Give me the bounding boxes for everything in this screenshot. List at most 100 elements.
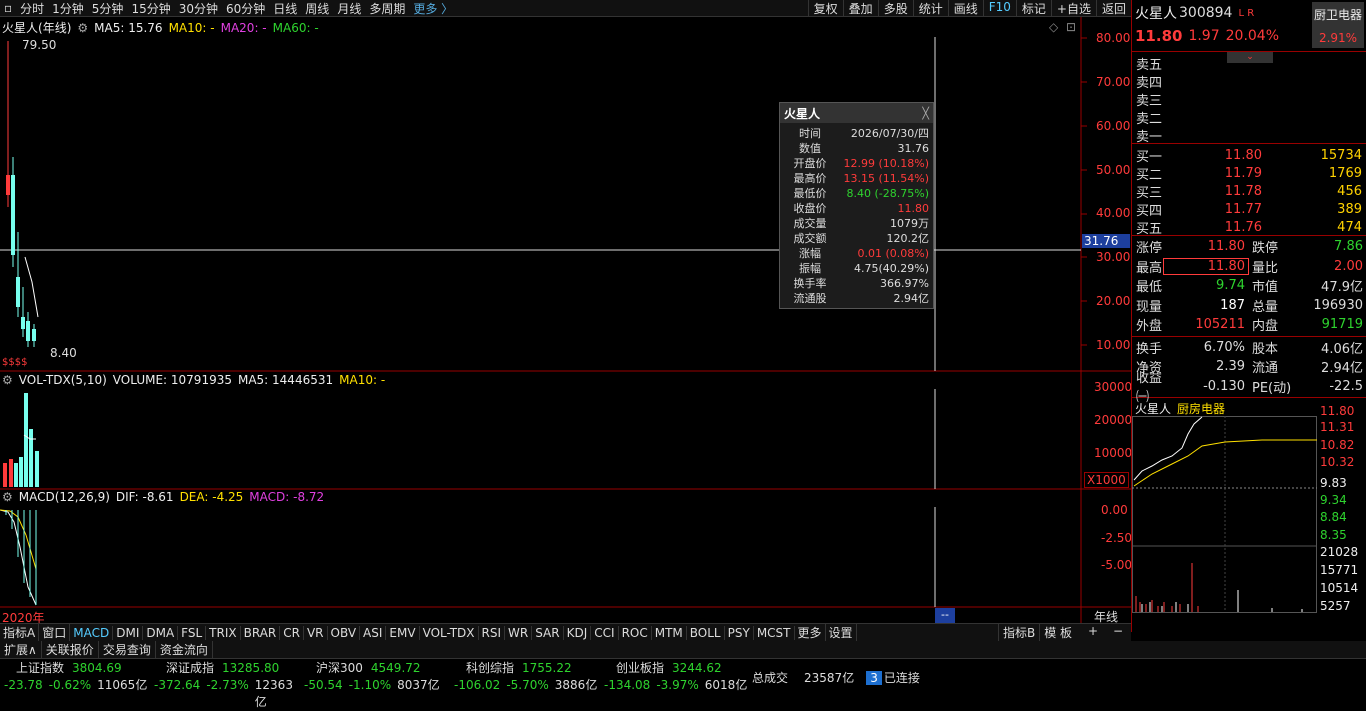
indicator-tab-11[interactable]: ASI <box>360 625 387 640</box>
index-amount: 3886亿 <box>554 678 598 692</box>
indicator-tab-6[interactable]: TRIX <box>206 625 241 640</box>
period-tab-9[interactable]: 多周期 <box>365 0 409 17</box>
ask-row[interactable]: 卖三 <box>1132 90 1366 109</box>
more-periods-button[interactable]: 更多 〉 <box>409 0 457 17</box>
indicator-tab-2[interactable]: MACD <box>70 625 114 640</box>
settings-icon[interactable]: ⚙ <box>2 490 13 504</box>
indicator-tab-7[interactable]: BRAR <box>241 625 281 640</box>
index-amount: 6018亿 <box>704 678 748 692</box>
stat-value: 196930 <box>1313 297 1363 313</box>
bid-row[interactable]: 买二 11.79 1769 <box>1132 164 1366 183</box>
bid-row[interactable]: 买一 11.80 15734 <box>1132 146 1366 165</box>
period-tab-5[interactable]: 60分钟 <box>222 0 269 17</box>
index-pct: -5.70% <box>506 678 549 692</box>
index-item[interactable]: 上证指数 3804.69 -23.78 -0.62% 11065亿 <box>0 660 150 711</box>
indicator-tab-25[interactable]: 设置 <box>826 624 857 641</box>
indicator-tab-17[interactable]: KDJ <box>564 625 592 640</box>
indicator-tab-22[interactable]: PSY <box>725 625 754 640</box>
toolbar-button-1[interactable]: 叠加 <box>842 0 878 17</box>
indicator-tab-1[interactable]: 窗口 <box>39 624 71 641</box>
period-tab-0[interactable]: 分时 <box>16 0 48 17</box>
indicator-tab-3[interactable]: DMI <box>113 625 144 640</box>
index-item[interactable]: 创业板指 3244.62 -134.08 -3.97% 6018亿 <box>600 660 750 711</box>
toolbar-button-0[interactable]: 复权 <box>807 0 843 17</box>
indicator-tab-9[interactable]: VR <box>304 625 328 640</box>
chevron-down-icon[interactable]: ⌄ <box>1227 52 1273 63</box>
index-item[interactable]: 科创综指 1755.22 -106.02 -5.70% 3886亿 <box>450 660 600 711</box>
tooltip-key: 收盘价 <box>793 202 827 215</box>
period-tab-2[interactable]: 5分钟 <box>88 0 128 17</box>
index-line-1: 创业板指 3244.62 <box>600 660 750 677</box>
index-line-2: -23.78 -0.62% 11065亿 <box>0 677 150 694</box>
period-tab-6[interactable]: 日线 <box>269 0 301 17</box>
template-button-1[interactable]: 模 板 <box>1039 624 1076 641</box>
indicator-tab-15[interactable]: WR <box>505 625 533 640</box>
template-button-0[interactable]: 指标B <box>998 624 1039 641</box>
ask-row[interactable]: 卖四 <box>1132 72 1366 91</box>
indicator-tab-24[interactable]: 更多 <box>795 624 826 641</box>
ask-row[interactable]: 卖二 <box>1132 108 1366 127</box>
period-tab-8[interactable]: 月线 <box>333 0 365 17</box>
indicator-tab-19[interactable]: ROC <box>619 625 652 640</box>
ask-label: 卖四 <box>1136 75 1163 91</box>
connection-count: 3 <box>866 670 882 685</box>
ask-row[interactable]: 卖一 <box>1132 126 1366 145</box>
indicator-tab-23[interactable]: MCST <box>754 625 795 640</box>
bid-row[interactable]: 买三 11.78 456 <box>1132 182 1366 201</box>
toolbar-button-7[interactable]: +自选 <box>1050 0 1096 17</box>
toolbar-button-8[interactable]: 返回 <box>1095 0 1131 17</box>
zoom-in-icon[interactable]: + <box>1088 624 1098 638</box>
status-tab-1[interactable]: 关联报价 <box>42 641 99 658</box>
bid-row[interactable]: 买五 11.76 474 <box>1132 218 1366 237</box>
indicator-tab-0[interactable]: 指标A <box>0 624 40 641</box>
period-tab-7[interactable]: 周线 <box>301 0 333 17</box>
indicator-tab-13[interactable]: VOL-TDX <box>420 625 479 640</box>
volume-bars <box>3 393 39 487</box>
tooltip-row: 振幅 4.75(40.29%) <box>780 261 933 276</box>
bid-row[interactable]: 买四 11.77 389 <box>1132 200 1366 219</box>
indicator-tab-10[interactable]: OBV <box>328 625 361 640</box>
tooltip-key: 成交量 <box>793 217 827 230</box>
tooltip-value: 2026/07/30/四 <box>850 127 929 140</box>
toolbar-button-2[interactable]: 多股 <box>877 0 913 17</box>
indicator-tab-21[interactable]: BOLL <box>687 625 725 640</box>
indicator-tab-16[interactable]: SAR <box>532 625 564 640</box>
tooltip-title: 火星人 <box>784 106 821 121</box>
toolbar-button-4[interactable]: 画线 <box>947 0 983 17</box>
index-item[interactable]: 深证成指 13285.80 -372.64 -2.73% 12363亿 <box>150 660 300 711</box>
status-tab-2[interactable]: 交易查询 <box>99 641 156 658</box>
indicator-tab-5[interactable]: FSL <box>178 625 207 640</box>
period-tab-4[interactable]: 30分钟 <box>175 0 222 17</box>
bid-label: 买一 <box>1136 149 1163 165</box>
zoom-out-icon[interactable]: − <box>1113 624 1123 638</box>
indicator-tab-12[interactable]: EMV <box>386 625 420 640</box>
index-amount: 11065亿 <box>97 678 148 692</box>
sector-badge[interactable]: 厨卫电器 2.91% <box>1312 2 1364 48</box>
menu-icon[interactable]: ▫ <box>0 1 16 15</box>
quote-stock-name: 火星人 <box>1135 6 1177 22</box>
stat-row: 收益㈠ -0.130 PE(动) -22.5 <box>1132 371 1366 405</box>
axis-label: 60.00 <box>1096 119 1131 133</box>
bid-price: 11.79 <box>1224 165 1262 181</box>
indicator-tab-20[interactable]: MTM <box>652 625 687 640</box>
status-tab-0[interactable]: 扩展∧ <box>0 641 42 658</box>
indicator-tab-4[interactable]: DMA <box>143 625 179 640</box>
period-tab-3[interactable]: 15分钟 <box>127 0 174 17</box>
high-marker: 79.50 <box>22 38 57 52</box>
tooltip-key: 开盘价 <box>793 157 827 170</box>
period-tab-1[interactable]: 1分钟 <box>48 0 88 17</box>
indicator-tab-14[interactable]: RSI <box>479 625 506 640</box>
toolbar-button-6[interactable]: 标记 <box>1015 0 1051 17</box>
indicator-tab-8[interactable]: CR <box>280 625 304 640</box>
indicator-tab-18[interactable]: CCI <box>591 625 619 640</box>
status-tab-3[interactable]: 资金流向 <box>156 641 213 658</box>
settings-icon[interactable]: ⚙ <box>2 373 13 387</box>
macd-header: ⚙ MACD(12,26,9) DIF: -8.61 DEA: -4.25 MA… <box>2 490 324 504</box>
close-icon[interactable]: ╳ <box>922 107 929 120</box>
index-item[interactable]: 沪深300 4549.72 -50.54 -1.10% 8037亿 <box>300 660 450 711</box>
toolbar-button-3[interactable]: 统计 <box>912 0 948 17</box>
stat-key: 最高 <box>1136 260 1163 276</box>
toolbar-button-5[interactable]: F10 <box>982 0 1016 17</box>
tooltip-value: 31.76 <box>897 142 930 155</box>
tooltip-row: 涨幅 0.01 (0.08%) <box>780 246 933 261</box>
